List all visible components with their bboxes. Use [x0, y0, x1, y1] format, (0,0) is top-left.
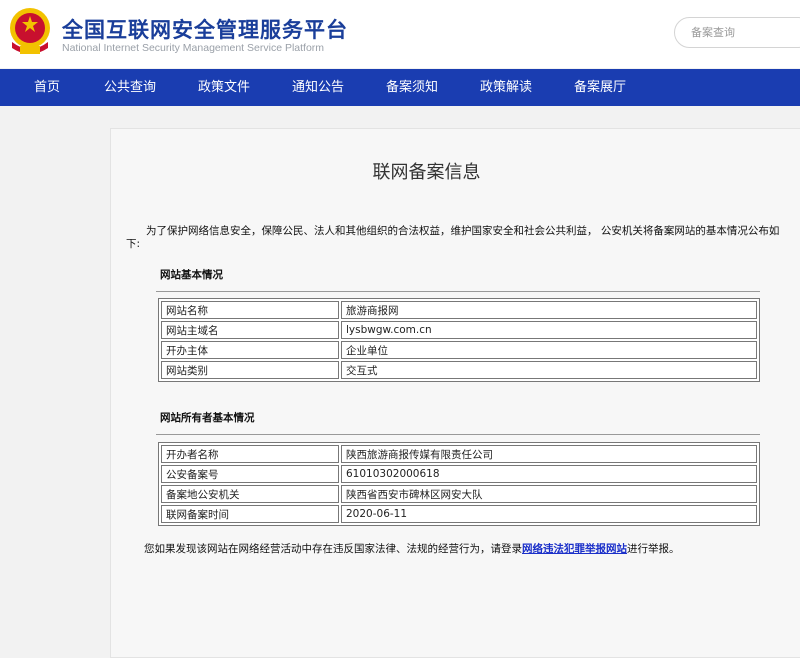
field-value: 2020-06-11: [341, 505, 757, 523]
website-info-table: 网站名称 旅游商报网 网站主域名 lysbwgw.com.cn 开办主体 企业单…: [158, 298, 760, 382]
section-title-owner-info: 网站所有者基本情况: [160, 412, 255, 424]
nav-item-public-query[interactable]: 公共查询: [104, 69, 156, 106]
table-row: 开办者名称 陕西旅游商报传媒有限责任公司: [161, 445, 757, 463]
nav-item-policy-documents[interactable]: 政策文件: [198, 69, 250, 106]
table-row: 网站类别 交互式: [161, 361, 757, 379]
report-site-link[interactable]: 网络违法犯罪举报网站: [522, 543, 627, 555]
divider: [156, 434, 760, 435]
page-title: 联网备案信息: [372, 162, 481, 183]
field-label: 开办主体: [161, 341, 339, 359]
table-row: 联网备案时间 2020-06-11: [161, 505, 757, 523]
field-value: 陕西省西安市碑林区网安大队: [341, 485, 757, 503]
national-emblem-icon: [10, 8, 50, 54]
site-header: 全国互联网安全管理服务平台 National Internet Security…: [0, 0, 800, 68]
table-row: 备案地公安机关 陕西省西安市碑林区网安大队: [161, 485, 757, 503]
field-value: 陕西旅游商报传媒有限责任公司: [341, 445, 757, 463]
table-row: 网站名称 旅游商报网: [161, 301, 757, 319]
section-title-website-info: 网站基本情况: [160, 269, 223, 281]
table-row: 开办主体 企业单位: [161, 341, 757, 359]
table-row: 公安备案号 61010302000618: [161, 465, 757, 483]
report-note-text: 您如果发现该网站在网络经营活动中存在违反国家法律、法规的经营行为，请登录: [144, 543, 522, 555]
field-value: lysbwgw.com.cn: [341, 321, 757, 339]
field-label: 网站名称: [161, 301, 339, 319]
field-label: 开办者名称: [161, 445, 339, 463]
field-value: 61010302000618: [341, 465, 757, 483]
site-subtitle: National Internet Security Management Se…: [62, 42, 325, 54]
content-panel: [110, 128, 800, 658]
nav-item-filing-gallery[interactable]: 备案展厅: [574, 69, 626, 106]
owner-info-table: 开办者名称 陕西旅游商报传媒有限责任公司 公安备案号 6101030200061…: [158, 442, 760, 526]
divider: [156, 291, 760, 292]
nav-item-home[interactable]: 首页: [34, 69, 60, 106]
field-label: 备案地公安机关: [161, 485, 339, 503]
nav-item-policy-interpretation[interactable]: 政策解读: [480, 69, 532, 106]
search-input[interactable]: [674, 17, 800, 48]
report-note-suffix: 进行举报。: [627, 543, 680, 555]
site-title: 全国互联网安全管理服务平台: [62, 18, 348, 42]
nav-item-notices[interactable]: 通知公告: [292, 69, 344, 106]
table-row: 网站主域名 lysbwgw.com.cn: [161, 321, 757, 339]
field-value: 交互式: [341, 361, 757, 379]
field-label: 网站类别: [161, 361, 339, 379]
nav-item-filing-guide[interactable]: 备案须知: [386, 69, 438, 106]
field-label: 公安备案号: [161, 465, 339, 483]
main-nav: 首页 公共查询 政策文件 通知公告 备案须知 政策解读 备案展厅: [0, 69, 800, 106]
intro-text-line1: 为了保护网络信息安全，保障公民、法人和其他组织的合法权益，维护国家安全和社会公共…: [146, 225, 780, 237]
field-value: 企业单位: [341, 341, 757, 359]
report-note: 您如果发现该网站在网络经营活动中存在违反国家法律、法规的经营行为，请登录网络违法…: [144, 541, 680, 556]
intro-text-line2: 下:: [126, 238, 141, 250]
field-label: 网站主域名: [161, 321, 339, 339]
field-label: 联网备案时间: [161, 505, 339, 523]
field-value: 旅游商报网: [341, 301, 757, 319]
